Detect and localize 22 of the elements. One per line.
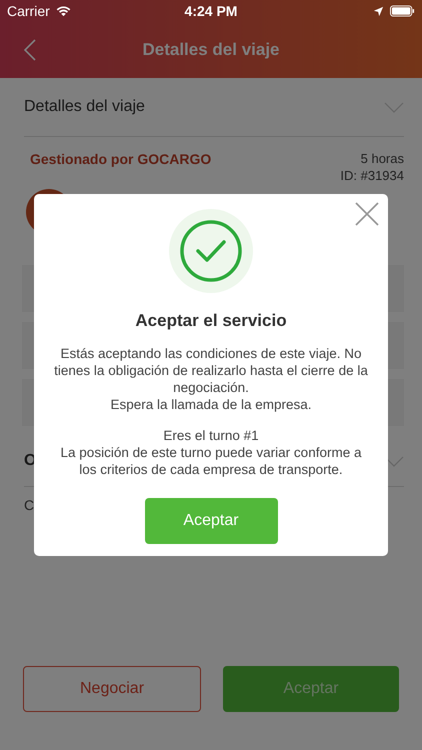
- negotiate-button[interactable]: Negociar: [23, 666, 201, 712]
- location-arrow-icon: [373, 6, 384, 16]
- clock: 4:24 PM: [184, 3, 238, 19]
- dialog-title: Aceptar el servicio: [135, 311, 287, 331]
- dialog-text: Eres el turno #1: [162, 427, 260, 444]
- screen-title: Detalles del viaje: [141, 40, 281, 60]
- time-ago: 5 horas: [360, 151, 404, 166]
- section-text: C: [24, 496, 36, 513]
- dialog-text: Espera la llamada de la empresa.: [109, 396, 313, 413]
- accept-button[interactable]: Aceptar: [223, 666, 399, 712]
- managed-by-label: Gestionado por GOCARGO: [30, 151, 212, 169]
- check-circle-icon: [169, 209, 253, 293]
- battery-icon: [390, 5, 415, 17]
- carrier-label: Carrier: [7, 3, 50, 19]
- close-icon[interactable]: [355, 202, 379, 226]
- wifi-icon: [54, 5, 72, 17]
- dialog-text: Estás aceptando las condiciones de este viaje. No tienes la obligación de realizarlo hasta el cierre de la negociación.: [53, 345, 369, 396]
- dialog-text: La posición de este turno puede variar conforme a los criterios de cada empresa de transporte.: [60, 444, 362, 478]
- accept-button[interactable]: Aceptar: [144, 498, 278, 544]
- back-icon[interactable]: [24, 39, 36, 61]
- section-title: Detalles del viaje: [24, 98, 145, 116]
- trip-id: ID: #31934: [340, 168, 404, 183]
